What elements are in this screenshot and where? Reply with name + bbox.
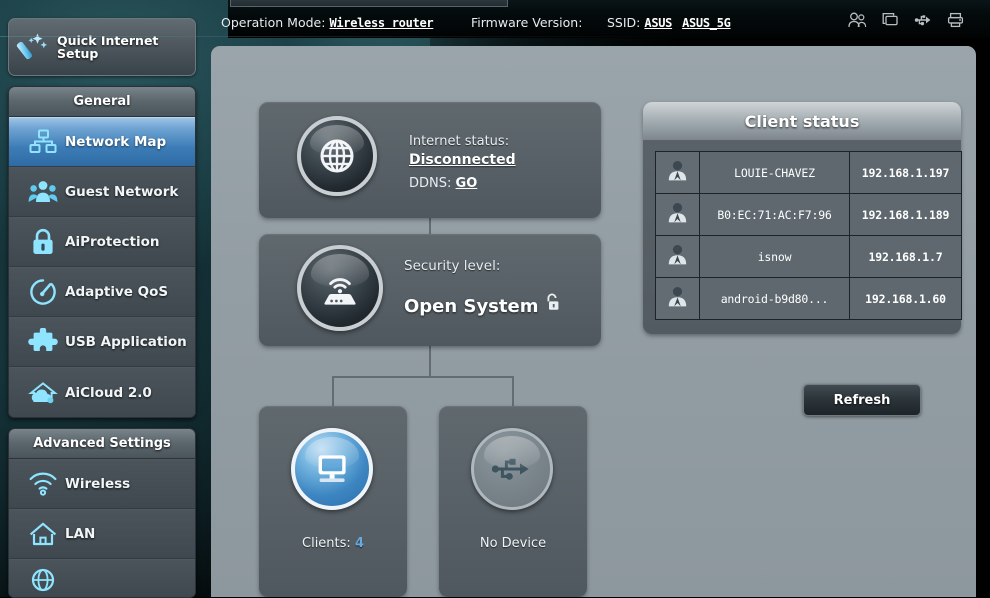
usb-icon[interactable] [914,12,933,28]
main-content-panel: Internet status: Disconnected DDNS: GO S… [211,46,976,597]
globe-icon [297,116,377,196]
firmware-version-label: Firmware Version: [471,15,583,30]
clients-node[interactable]: Clients: 4 [259,406,407,597]
ddns-go-link[interactable]: GO [456,176,478,191]
sidebar-group-advanced-title: Advanced Settings [9,429,195,459]
clients-screen-icon[interactable] [881,12,900,28]
clients-count-label: Clients: [302,536,351,551]
refresh-button[interactable]: Refresh [803,384,921,416]
guest-network-icon [21,179,65,205]
sidebar-group-general-title: General [9,87,195,117]
client-name: LOUIE-CHAVEZ [699,151,850,194]
client-ip: 192.168.1.197 [849,151,962,194]
network-map-icon [21,129,65,155]
client-name: isnow [699,235,850,278]
security-level-value-row[interactable]: Open System [404,293,561,317]
connector-bus-horizontal [332,376,514,378]
sidebar-item-label: AiCloud 2.0 [65,384,152,401]
ddns-label: DDNS: [409,176,452,191]
ssid-value-5g[interactable]: ASUS_5G [682,16,731,30]
user-icon [655,151,700,194]
sidebar-item-label: Adaptive QoS [65,284,169,300]
client-status-panel: Client status LOUIE-CHAVEZ 192.168.1.197 [643,102,962,334]
internet-status-node[interactable]: Internet status: Disconnected DDNS: GO [259,102,601,218]
top-bar-tab-shape [230,0,508,7]
table-row[interactable]: android-b9d80... 192.168.1.60 [655,277,962,320]
table-row[interactable]: LOUIE-CHAVEZ 192.168.1.197 [655,151,962,194]
sidebar-item-label: Wireless [65,476,131,492]
internet-status-label: Internet status: [409,134,510,149]
sidebar-item-guest-network[interactable]: Guest Network [9,167,195,217]
user-icon [655,193,700,236]
sidebar-item-label: LAN [65,526,96,542]
guest-users-icon[interactable] [848,12,867,28]
sidebar-item-label: Guest Network [65,184,179,200]
operation-mode-value[interactable]: Wireless router [329,16,433,30]
ssid-label: SSID: [607,15,641,30]
sidebar-item-aicloud[interactable]: AiCloud 2.0 [9,367,195,417]
usb-device-node[interactable]: No Device [439,406,587,597]
sidebar: Quick Internet Setup General Network Map [8,18,196,598]
security-level-node[interactable]: Security level: Open System [259,234,601,346]
security-level-value: Open System [404,296,539,317]
connector-leg-clients [332,376,334,408]
ssid-group: SSID: ASUS ASUS_5G [607,15,731,30]
user-icon [655,235,700,278]
sidebar-item-label: AiProtection [65,234,160,250]
table-row[interactable]: isnow 192.168.1.7 [655,235,962,278]
internet-status-value[interactable]: Disconnected [409,152,516,168]
unlocked-padlock-icon [544,292,561,317]
house-icon [21,521,65,547]
usb-icon [471,428,553,510]
speedometer-icon [21,278,65,306]
top-bar-icon-group [848,12,964,28]
sidebar-item-network-map[interactable]: Network Map [9,117,195,167]
client-ip: 192.168.1.60 [849,277,962,320]
sidebar-item-usb-application[interactable]: USB Application [9,317,195,367]
cloud-home-icon [21,380,65,406]
sidebar-item-aiprotection[interactable]: AiProtection [9,217,195,267]
firmware-version-group: Firmware Version: [471,15,582,30]
connector-leg-usb [512,376,514,408]
sidebar-item-adaptive-qos[interactable]: Adaptive QoS [9,267,195,317]
client-ip: 192.168.1.189 [849,193,962,236]
user-icon [655,277,700,320]
client-name: B0:EC:71:AC:F7:96 [699,193,850,236]
client-ip: 192.168.1.7 [849,235,962,278]
usb-node-caption: No Device [479,536,547,551]
operation-mode-group: Operation Mode: Wireless router [221,15,434,30]
top-bar-hairline [0,36,990,37]
client-name: android-b9d80... [699,277,850,320]
wifi-icon [21,471,65,497]
ddns-row: DDNS: GO [409,176,516,191]
operation-mode-label: Operation Mode: [221,15,326,30]
security-text-block: Security level: Open System [404,258,561,317]
sidebar-item-lan[interactable]: LAN [9,509,195,559]
sidebar-item-wan[interactable] [9,559,195,597]
connector-internet-security [429,218,431,234]
monitor-icon [291,428,373,510]
router-signal-icon [297,245,383,331]
ssid-value-2g[interactable]: ASUS [644,16,672,30]
printer-icon[interactable] [947,12,964,28]
clients-count-value: 4 [354,536,364,551]
security-level-label: Security level: [404,258,501,274]
wan-globe-icon [21,566,65,592]
sidebar-item-label: Network Map [65,134,167,150]
puzzle-piece-icon [21,328,65,356]
internet-status-text-block: Internet status: Disconnected DDNS: GO [409,134,516,191]
connector-security-bus [429,346,431,376]
sidebar-item-label: USB Application [65,334,187,350]
client-status-title: Client status [643,102,961,140]
table-row[interactable]: B0:EC:71:AC:F7:96 192.168.1.189 [655,193,962,236]
client-status-table: LOUIE-CHAVEZ 192.168.1.197 B0:EC:71:AC:F… [655,151,962,320]
sidebar-item-wireless[interactable]: Wireless [9,459,195,509]
top-status-bar: Operation Mode: Wireless router Firmware… [0,0,990,38]
shield-lock-icon [21,228,65,256]
sidebar-group-general: General Network Map Guest Network AiProt… [8,86,196,418]
sidebar-group-advanced-settings: Advanced Settings Wireless LAN [8,428,196,598]
clients-node-caption: Clients: 4 [259,536,407,551]
